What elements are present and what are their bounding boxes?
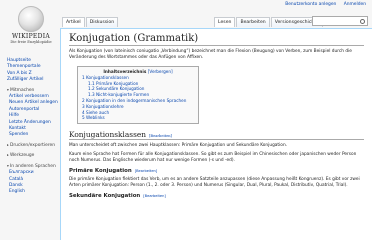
view-tabs: Lesen Bearbeiten Versionsgeschichte [214, 17, 324, 27]
globe-icon [18, 6, 44, 32]
sidebar-lang-da[interactable]: Dansk [9, 183, 23, 188]
sidebar-item-autorenportal[interactable]: Autorenportal [9, 107, 39, 112]
sidebar-lang-ca[interactable]: Català [9, 177, 23, 182]
subsection-heading: Primäre Konjugation [Bearbeiten] [69, 168, 364, 174]
edit-section-link[interactable]: [Bearbeiten] [135, 169, 158, 173]
page-title: Konjugation (Grammatik) [69, 33, 364, 46]
edit-section-link[interactable]: [Bearbeiten] [149, 134, 172, 138]
wikipedia-logo[interactable]: WIKIPEDIA Die freie Enzyklopädie [6, 6, 56, 44]
login-link[interactable]: Anmelden [344, 2, 366, 7]
tab-lesen[interactable]: Lesen [214, 17, 236, 27]
personal-tools: Benutzerkonto anlegen Anmelden [279, 2, 366, 7]
sidebar-heading-sprachen[interactable]: In anderen Sprachen [7, 163, 60, 170]
subsection-title: Sekundäre Konjugation [69, 193, 141, 200]
edit-section-link[interactable]: [Bearbeiten] [143, 194, 166, 198]
sidebar-item-zufall[interactable]: Zufälliger Artikel [7, 77, 43, 82]
toc-item[interactable]: 3 Konjugationslehre [82, 104, 124, 109]
tab-bearbeiten[interactable]: Bearbeiten [236, 17, 270, 27]
search-icon[interactable] [360, 19, 365, 24]
toc-item[interactable]: 5 Weblinks [82, 115, 105, 120]
toc-item[interactable]: 2 Konjugation in den indogermanischen Sp… [82, 98, 186, 103]
toc-item[interactable]: 1.2 Sekundäre Konjugation [88, 86, 144, 91]
intro-paragraph: Als Konjugation (von lateinisch coniugat… [69, 49, 352, 60]
table-of-contents: Inhaltsverzeichnis [Verbergen] 1 Konjuga… [77, 66, 199, 125]
paragraph: Kaum eine Sprache hat Formen für alle Ko… [69, 152, 357, 164]
sidebar-item-verbessern[interactable]: Artikel verbessern [9, 94, 49, 99]
sidebar-item-kontakt[interactable]: Kontakt [9, 126, 26, 131]
toc-item[interactable]: 1.3 Nicht-konjugierte Formen [88, 92, 149, 97]
paragraph: Man unterscheidet oft zwischen zwei Haup… [69, 143, 288, 149]
sidebar-item-themenportale[interactable]: Themenportale [7, 64, 41, 69]
toc-item[interactable]: 1.1 Primäre Konjugation [88, 81, 138, 86]
toc-list: 1 Konjugationsklassen 1.1 Primäre Konjuga… [82, 75, 194, 121]
sidebar-heading-drucken[interactable]: Drucken/exportieren [7, 142, 60, 149]
create-account-link[interactable]: Benutzerkonto anlegen [285, 2, 336, 7]
logo-wordmark: WIKIPEDIA [11, 33, 51, 40]
sidebar-heading-werkzeuge[interactable]: Werkzeuge [7, 152, 60, 159]
toc-item[interactable]: 1 Konjugationsklassen [82, 75, 129, 80]
section-title: Konjugationsklassen [69, 130, 147, 140]
tab-diskussion[interactable]: Diskussion [85, 17, 119, 27]
sidebar-item-hauptseite[interactable]: Hauptseite [7, 58, 31, 63]
toc-item[interactable]: 4 Siehe auch [82, 110, 109, 115]
logo-tagline: Die freie Enzyklopädie [10, 40, 52, 44]
subsection-title: Primäre Konjugation [69, 168, 132, 175]
tab-artikel[interactable]: Artikel [62, 17, 85, 27]
section-heading: Konjugationsklassen [Bearbeiten] [69, 130, 364, 141]
sidebar-item-neuer-artikel[interactable]: Neuen Artikel anlegen [9, 100, 58, 105]
paragraph: Die primäre Konjugation flektiert das Ve… [69, 177, 360, 189]
sidebar-heading-mitmachen[interactable]: Mitmachen [7, 87, 60, 94]
subsection-heading: Sekundäre Konjugation [Bearbeiten] [69, 193, 364, 199]
sidebar-lang-en[interactable]: English [9, 189, 25, 194]
toc-toggle[interactable]: [Verbergen] [148, 69, 173, 74]
article-content: Konjugation (Grammatik) Als Konjugation … [60, 28, 372, 240]
sidebar-item-von-a-bis-z[interactable]: Von A bis Z [7, 71, 32, 76]
sidebar: Hauptseite Themenportale Von A bis Z Zuf… [0, 58, 60, 196]
sidebar-item-spenden[interactable]: Spenden [9, 132, 28, 137]
search-input[interactable] [312, 16, 368, 26]
namespace-tabs: Artikel Diskussion [62, 17, 119, 27]
sidebar-lang-bg[interactable]: Български [9, 170, 34, 175]
sidebar-item-hilfe[interactable]: Hilfe [9, 113, 19, 118]
sidebar-item-letzte-aenderungen[interactable]: Letzte Änderungen [9, 120, 51, 125]
toc-title: Inhaltsverzeichnis [103, 69, 147, 74]
